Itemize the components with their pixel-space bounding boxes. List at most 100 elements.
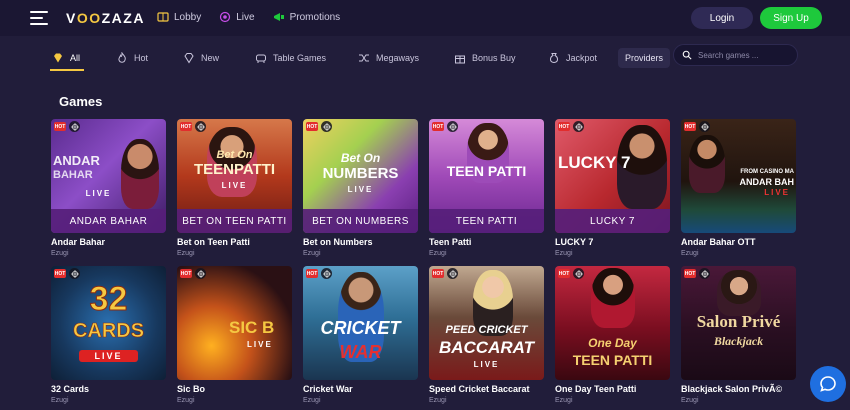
game-provider: Ezugi [681, 250, 699, 257]
game-thumbnail[interactable]: LUCKY 7 LUCKY 7 HOT [555, 119, 670, 233]
game-card[interactable]: Bet On TEENPATTI LIVE BET ON TEEN PATTI … [177, 119, 292, 257]
game-thumbnail[interactable]: PEED CRICKET BACCARAT LIVE HOT [429, 266, 544, 380]
crosshair-icon [447, 121, 458, 132]
game-name[interactable]: Speed Cricket Baccarat [429, 384, 544, 394]
game-card[interactable]: PEED CRICKET BACCARAT LIVE HOT Speed Cri… [429, 266, 544, 404]
top-bar: VOOZAZA Lobby Live Promotions Login Sign… [0, 0, 850, 36]
nav-lobby[interactable]: Lobby [157, 11, 201, 23]
game-thumbnail[interactable]: ANDAR BAHAR LIVE ANDAR BAHAR HOT [51, 119, 166, 233]
game-thumbnail[interactable]: CRICKET WAR HOT [303, 266, 418, 380]
game-thumbnail[interactable]: 32 CARDS LIVE HOT [51, 266, 166, 380]
hot-badge: HOT [54, 269, 66, 278]
hot-badge: HOT [306, 122, 318, 131]
game-card[interactable]: 32 CARDS LIVE HOT 32 Cards Ezugi [51, 266, 166, 404]
hot-badge: HOT [306, 269, 318, 278]
game-name[interactable]: Teen Patti [429, 237, 544, 247]
tab-hot[interactable]: Hot [116, 52, 148, 64]
game-card[interactable]: CRICKET WAR HOT Cricket War Ezugi [303, 266, 418, 404]
crosshair-icon [699, 268, 710, 279]
game-card[interactable]: One Day TEEN PATTI HOT One Day Teen Patt… [555, 266, 670, 404]
providers-button[interactable]: Providers [618, 48, 670, 68]
nav-live[interactable]: Live [219, 11, 255, 23]
game-provider: Ezugi [429, 397, 447, 404]
crosshair-icon [321, 268, 332, 279]
games-section-title: Games [59, 94, 103, 109]
game-card[interactable]: ANDAR BAHAR LIVE ANDAR BAHAR HOT Andar B… [51, 119, 166, 257]
crosshair-icon [699, 121, 710, 132]
logo[interactable]: VOOZAZA [66, 10, 145, 26]
game-name[interactable]: Cricket War [303, 384, 418, 394]
game-card[interactable]: Salon Privé Blackjack HOT Blackjack Salo… [681, 266, 796, 404]
login-button[interactable]: Login [691, 7, 753, 29]
game-provider: Ezugi [681, 397, 699, 404]
signup-button[interactable]: Sign Up [760, 7, 822, 29]
hot-badge: HOT [180, 269, 192, 278]
diamond-outline-icon [184, 53, 194, 64]
game-name[interactable]: Bet on Numbers [303, 237, 418, 247]
game-thumbnail[interactable]: TEEN PATTI TEEN PATTI HOT [429, 119, 544, 233]
game-provider: Ezugi [177, 397, 195, 404]
crosshair-icon [447, 268, 458, 279]
flame-icon [118, 52, 126, 63]
tab-all[interactable]: All [50, 52, 85, 71]
game-name[interactable]: Sic Bo [177, 384, 292, 394]
category-bar: All Hot New Table Games Megaways Bonus B… [0, 38, 850, 78]
game-provider: Ezugi [51, 250, 69, 257]
game-provider: Ezugi [303, 397, 321, 404]
lobby-icon [157, 12, 169, 22]
game-provider: Ezugi [555, 250, 573, 257]
tab-table-games[interactable]: Table Games [255, 52, 326, 64]
game-name[interactable]: Andar Bahar [51, 237, 166, 247]
game-thumbnail[interactable]: One Day TEEN PATTI HOT [555, 266, 670, 380]
game-provider: Ezugi [555, 397, 573, 404]
game-thumbnail[interactable]: SIC B LIVE HOT [177, 266, 292, 380]
game-thumbnail[interactable]: Bet On TEENPATTI LIVE BET ON TEEN PATTI … [177, 119, 292, 233]
search-input[interactable] [698, 50, 788, 60]
game-card[interactable]: SIC B LIVE HOT Sic Bo Ezugi [177, 266, 292, 404]
crosshair-icon [69, 121, 80, 132]
game-thumbnail[interactable]: Bet On NUMBERS LIVE BET ON NUMBERS HOT [303, 119, 418, 233]
hot-badge: HOT [432, 122, 444, 131]
game-thumbnail[interactable]: FROM CASINO MA ANDAR BAH LIVE HOT [681, 119, 796, 233]
nav-promotions[interactable]: Promotions [273, 11, 340, 23]
game-name[interactable]: One Day Teen Patti [555, 384, 670, 394]
hot-badge: HOT [180, 122, 192, 131]
diamond-icon [54, 53, 62, 63]
game-card[interactable]: FROM CASINO MA ANDAR BAH LIVE HOT Andar … [681, 119, 796, 257]
hot-badge: HOT [684, 269, 696, 278]
game-name[interactable]: LUCKY 7 [555, 237, 670, 247]
top-nav: Lobby Live Promotions [157, 11, 340, 23]
game-name[interactable]: Andar Bahar OTT [681, 237, 796, 247]
crosshair-icon [573, 268, 584, 279]
megaphone-icon [273, 13, 284, 21]
crosshair-icon [195, 268, 206, 279]
tab-megaways[interactable]: Megaways [358, 52, 419, 64]
crosshair-icon [573, 121, 584, 132]
hot-badge: HOT [432, 269, 444, 278]
hot-badge: HOT [558, 122, 570, 131]
tab-new[interactable]: New [183, 52, 219, 64]
game-card[interactable]: TEEN PATTI TEEN PATTI HOT Teen Patti Ezu… [429, 119, 544, 257]
search-icon [682, 50, 692, 60]
shuffle-icon [359, 54, 369, 62]
search-bar [673, 44, 798, 66]
game-name[interactable]: 32 Cards [51, 384, 166, 394]
hot-badge: HOT [54, 122, 66, 131]
game-name[interactable]: Bet on Teen Patti [177, 237, 292, 247]
hot-badge: HOT [558, 269, 570, 278]
chat-button[interactable] [810, 366, 846, 402]
hot-badge: HOT [684, 122, 696, 131]
game-provider: Ezugi [303, 250, 321, 257]
game-card[interactable]: LUCKY 7 LUCKY 7 HOT LUCKY 7 Ezugi [555, 119, 670, 257]
menu-icon[interactable] [30, 11, 48, 25]
tab-jackpot[interactable]: Jackpot [548, 52, 597, 64]
game-card[interactable]: Bet On NUMBERS LIVE BET ON NUMBERS HOT B… [303, 119, 418, 257]
crosshair-icon [69, 268, 80, 279]
chat-icon [820, 376, 836, 392]
gift-icon [455, 55, 465, 64]
game-thumbnail[interactable]: Salon Privé Blackjack HOT [681, 266, 796, 380]
table-games-icon [256, 54, 266, 63]
crosshair-icon [321, 121, 332, 132]
game-name[interactable]: Blackjack Salon PrivÃ© [681, 384, 796, 394]
tab-bonus-buy[interactable]: Bonus Buy [454, 52, 516, 64]
